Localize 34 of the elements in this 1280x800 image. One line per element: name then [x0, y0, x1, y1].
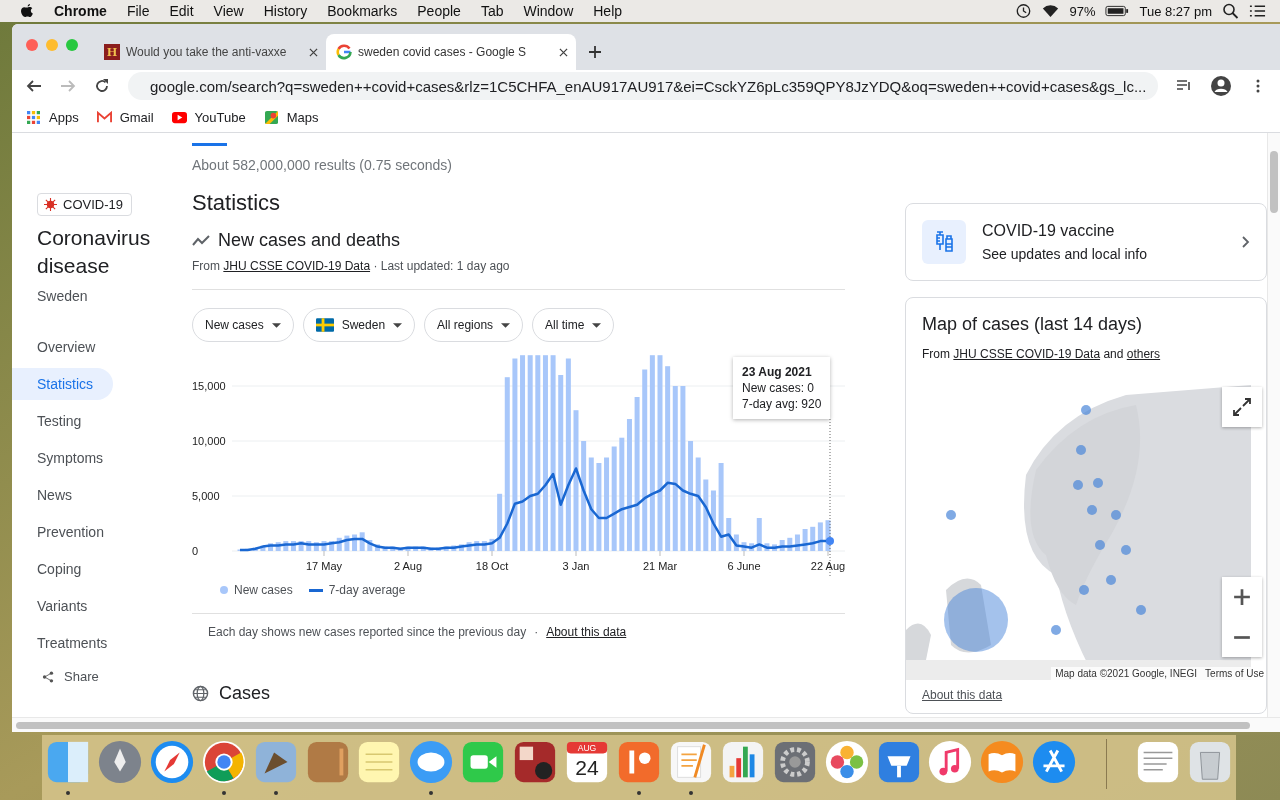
- axis-label: 0: [192, 545, 199, 557]
- location-label: Sweden: [37, 288, 89, 304]
- axis-label: 15,000: [192, 380, 226, 392]
- chart-title: New cases and deaths: [218, 230, 401, 251]
- card-subtitle: See updates and local info: [982, 246, 1148, 262]
- battery-percent: 97%: [1069, 3, 1096, 19]
- axis-label: 22 Aug: [810, 560, 845, 572]
- tab-title: sweden covid cases - Google S: [358, 45, 528, 59]
- tooltip-text: 7-day avg: 920: [742, 396, 822, 412]
- card-title: COVID-19 vaccine: [982, 222, 1116, 240]
- results-count: About 582,000,000 results (0.75 seconds): [192, 157, 453, 173]
- section-heading: Cases: [219, 683, 271, 704]
- tooltip-text: New cases: 0: [742, 380, 816, 396]
- legend-label: New cases: [234, 583, 293, 597]
- tab-title: Would you take the anti-vaxxe: [126, 45, 288, 59]
- legend-label: 7-day average: [328, 583, 406, 597]
- axis-label: 2 Aug: [393, 560, 423, 572]
- axis-label: 3 Jan: [562, 560, 590, 572]
- separator-dot: ·: [534, 625, 539, 639]
- axis-label: 17 May: [305, 560, 343, 572]
- map-attribution: Map data ©2021 Google, INEGI: [1055, 668, 1198, 679]
- card-title: Map of cases (last 14 days): [922, 314, 1144, 335]
- tooltip-title: 23 Aug 2021: [742, 364, 813, 380]
- site-icon: H: [104, 44, 120, 60]
- section-heading: Statistics: [192, 190, 282, 216]
- source-text: From JHU CSSE COVID-19 Data and others: [922, 347, 1162, 361]
- source-text: From JHU CSSE COVID-19 Data · Last updated: 1 day ago: [192, 259, 511, 273]
- axis-label: 10,000: [192, 435, 226, 447]
- axis-label: 6 June: [727, 560, 761, 572]
- axis-label: 18 Oct: [475, 560, 509, 572]
- axis-label: 21 Mar: [642, 560, 678, 572]
- topic-title: Coronavirus disease: [37, 225, 152, 279]
- axis-label: 5,000: [192, 490, 220, 502]
- footnote: Each day shows new cases reported since the previous day: [208, 625, 527, 639]
